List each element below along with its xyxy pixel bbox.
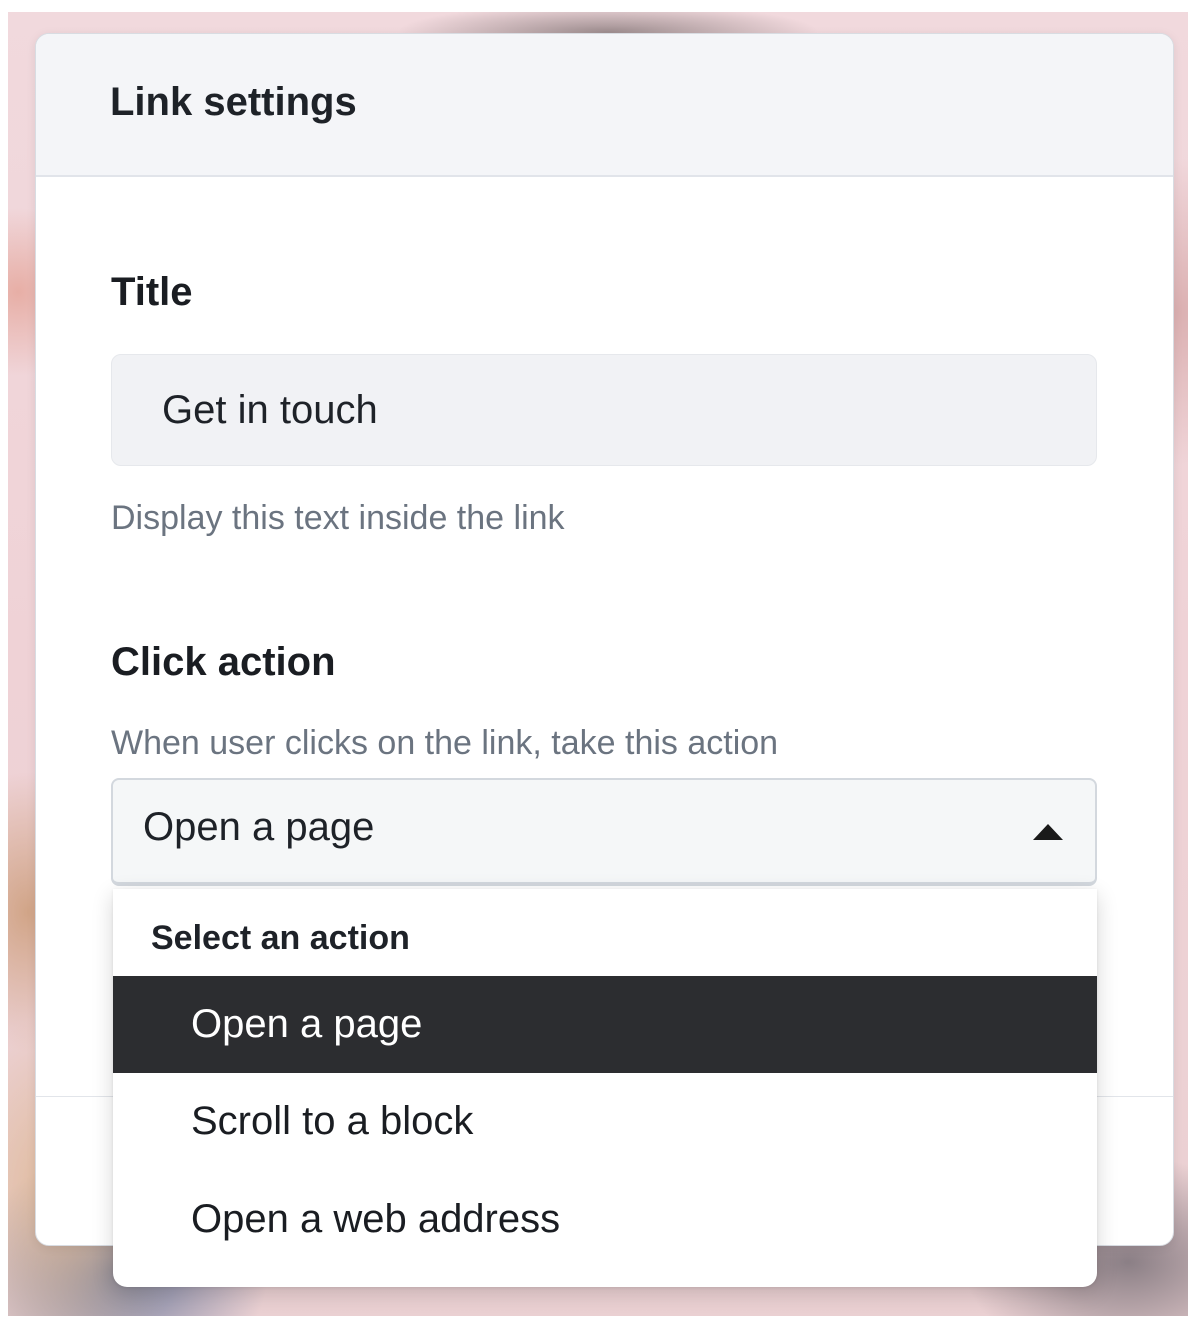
click-action-selected-value: Open a page xyxy=(143,804,375,849)
dialog-title: Link settings xyxy=(110,80,357,124)
dropdown-heading: Select an action xyxy=(151,919,410,957)
click-action-label: Click action xyxy=(111,640,336,684)
click-action-select[interactable]: Open a page xyxy=(111,778,1097,886)
option-label: Open a page xyxy=(191,1002,423,1046)
title-input[interactable]: Get in touch xyxy=(111,354,1097,466)
title-label: Title xyxy=(111,270,193,314)
title-input-value: Get in touch xyxy=(162,387,378,432)
option-scroll-to-a-block[interactable]: Scroll to a block xyxy=(113,1073,1097,1170)
caret-up-icon[interactable] xyxy=(1033,824,1063,840)
dialog-header: Link settings xyxy=(36,34,1173,177)
click-action-help-text: When user clicks on the link, take this … xyxy=(111,724,779,762)
option-label: Scroll to a block xyxy=(191,1099,474,1143)
title-help-text: Display this text inside the link xyxy=(111,499,565,537)
option-open-a-page[interactable]: Open a page xyxy=(113,976,1097,1073)
click-action-dropdown: Select an action Open a page Scroll to a… xyxy=(113,889,1097,1287)
option-label: Open a web address xyxy=(191,1197,561,1241)
option-open-a-web-address[interactable]: Open a web address xyxy=(113,1171,1097,1268)
